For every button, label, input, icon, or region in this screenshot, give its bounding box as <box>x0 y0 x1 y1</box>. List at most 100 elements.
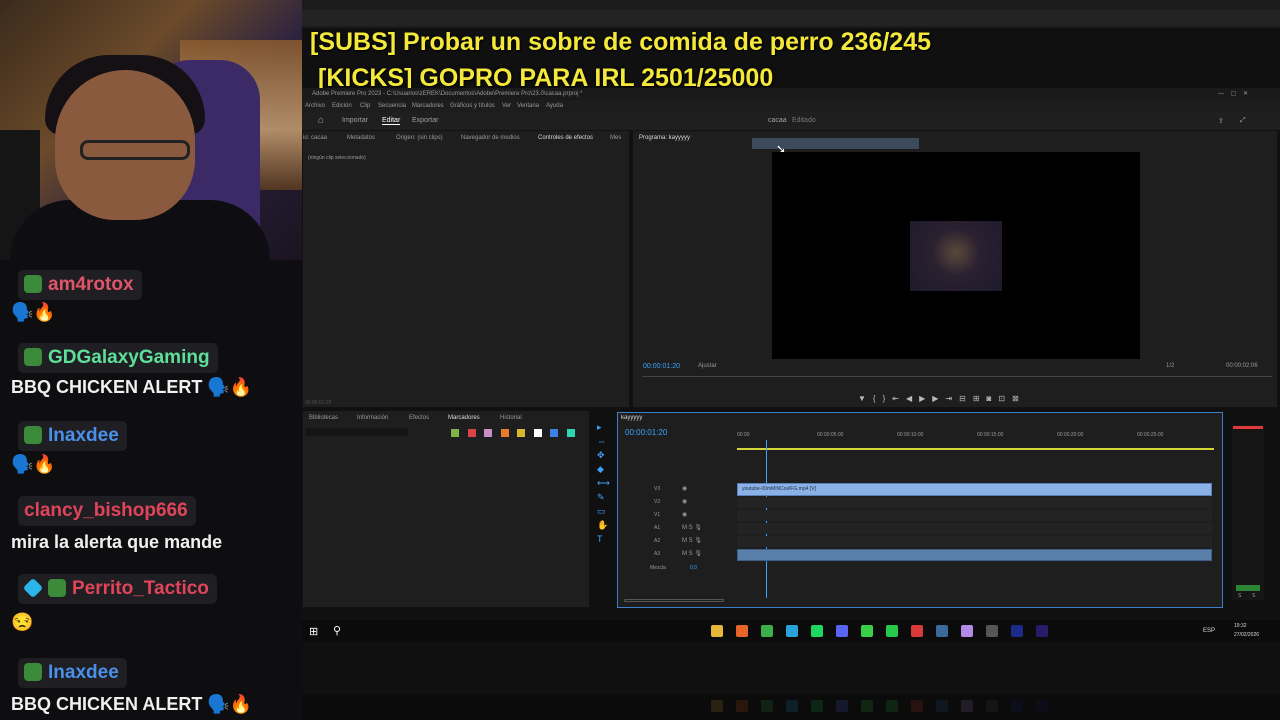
marker-swatch[interactable] <box>517 429 525 437</box>
timeline-zoom-scrollbar[interactable] <box>624 599 724 602</box>
red-app-icon[interactable] <box>911 625 923 637</box>
tools-panel[interactable]: ▸ ⇔ ✥ ◆ ⟷ ✎ ▭ ✋ T <box>597 420 610 546</box>
marker-swatch[interactable] <box>467 429 476 437</box>
menu-archivo[interactable]: Archivo <box>305 100 325 112</box>
resolution-select[interactable]: 1/2 <box>1166 363 1174 369</box>
green-app-icon[interactable] <box>886 625 898 637</box>
timeline-ruler[interactable]: 00:00 00:00:05:00 00:00:10:00 00:00:15:00 00… <box>737 432 1217 442</box>
edge-icon[interactable] <box>786 625 798 637</box>
home-icon[interactable]: ⌂ <box>318 115 324 126</box>
spotify-icon[interactable] <box>811 625 823 637</box>
globe-icon[interactable] <box>961 625 973 637</box>
folder-icon[interactable] <box>711 625 723 637</box>
ghost-taskbar <box>302 694 1280 720</box>
mic-icon[interactable]: M S 🎙 <box>682 524 702 531</box>
menu-clip[interactable]: Clip <box>360 100 370 112</box>
program-scrubber[interactable] <box>642 376 1272 377</box>
track-lane[interactable] <box>737 536 1212 547</box>
fit-select[interactable]: Ajustar <box>698 363 717 369</box>
chat-username[interactable]: am4rotox <box>18 270 142 300</box>
eye-icon[interactable]: ◉ <box>682 485 687 492</box>
menu-bar: Archivo Edición Clip Secuencia Marcadore… <box>302 100 1280 112</box>
chat-username[interactable]: GDGalaxyGaming <box>18 343 218 373</box>
eye-icon[interactable]: ◉ <box>682 511 687 518</box>
track-lane[interactable] <box>737 523 1212 534</box>
search-input[interactable] <box>306 428 408 436</box>
work-area-bar[interactable] <box>737 448 1214 450</box>
track-header[interactable]: A1 M S 🎙 <box>620 523 732 534</box>
clock-date[interactable]: 27/02/2026 <box>1234 632 1259 638</box>
search-icon[interactable]: ⚲ <box>333 624 341 637</box>
mix-value[interactable]: 0,0 <box>690 565 697 571</box>
chat-message: 🗣️🔥 <box>11 302 56 322</box>
track-header[interactable]: V1 ◉ <box>620 510 732 521</box>
track-header[interactable]: A3 M S 🎙 <box>620 549 732 560</box>
chat-username[interactable]: Perrito_Tactico <box>18 574 217 604</box>
tab-informacion[interactable]: Información <box>357 415 388 421</box>
chat-message: 😒 <box>11 612 34 632</box>
track-headers: V3 ◉ V2 ◉ V1 ◉ A1 M S 🎙 A2 M S 🎙 A3 M S 🎙 <box>620 484 732 564</box>
sequence-tab[interactable]: kayyyyy <box>621 415 642 421</box>
meter-label-left: S <box>1238 593 1242 599</box>
track-lane[interactable] <box>737 497 1212 508</box>
tab-importar[interactable]: Importar <box>342 117 368 124</box>
n-app-icon[interactable] <box>1011 625 1023 637</box>
track-header[interactable]: V2 ◉ <box>620 497 732 508</box>
discord-icon[interactable] <box>836 625 848 637</box>
mic-icon[interactable]: M S 🎙 <box>682 550 702 557</box>
marker-swatch[interactable] <box>451 429 459 437</box>
video-clip[interactable]: youtube-00mMiNCoelFG.mp4 [V] <box>737 483 1212 496</box>
tab-marcadores[interactable]: Marcadores <box>448 415 480 421</box>
tab-exportar[interactable]: Exportar <box>412 117 438 124</box>
menu-marcadores[interactable]: Marcadores <box>412 100 444 112</box>
terminal-icon[interactable] <box>986 625 998 637</box>
fullscreen-icon[interactable]: ⤢ <box>1240 117 1246 125</box>
workspace-bar: ⌂ Importar Editar Exportar cacaa Editado… <box>302 112 1280 130</box>
track-header[interactable]: V3 ◉ <box>620 484 732 495</box>
menu-ver[interactable]: Ver <box>502 100 511 112</box>
share-icon[interactable]: ⇪ <box>1218 117 1224 125</box>
marker-swatch[interactable] <box>550 429 558 437</box>
menu-edicion[interactable]: Edición <box>332 100 352 112</box>
menu-ayuda[interactable]: Ayuda <box>546 100 563 112</box>
frog-badge-icon <box>48 579 66 597</box>
meter-label-right: S <box>1252 593 1256 599</box>
track-header[interactable]: A2 M S 🎙 <box>620 536 732 547</box>
marker-swatch[interactable] <box>566 429 575 437</box>
no-clip-text: (ningún clip seleccionado) <box>308 155 366 161</box>
tab-bibliotecas[interactable]: Bibliotecas <box>309 415 338 421</box>
lang-indicator[interactable]: ESP <box>1203 628 1215 634</box>
premiere-icon[interactable] <box>1036 625 1048 637</box>
tab-controles-efectos[interactable]: Controles de efectos <box>538 135 593 141</box>
chat-username[interactable]: clancy_bishop666 <box>18 496 196 526</box>
menu-ventana[interactable]: Ventana <box>517 100 539 112</box>
chat-username[interactable]: Inaxdee <box>18 421 127 451</box>
marker-swatch[interactable] <box>484 429 492 437</box>
tab-navegador[interactable]: Navegador de medios <box>461 135 520 141</box>
eye-icon[interactable]: ◉ <box>682 498 687 505</box>
track-label: A3 <box>654 551 661 557</box>
firefox-icon[interactable] <box>736 625 748 637</box>
menu-graficos[interactable]: Gráficos y títulos <box>450 100 495 112</box>
steam-icon[interactable] <box>936 625 948 637</box>
tab-mes[interactable]: Mes <box>610 135 621 141</box>
chrome-icon[interactable] <box>761 625 773 637</box>
marker-swatch[interactable] <box>500 429 509 437</box>
chat-username[interactable]: Inaxdee <box>18 658 127 688</box>
clock-time[interactable]: 19:32 <box>1234 623 1247 629</box>
play-icon[interactable] <box>861 625 873 637</box>
tab-historial[interactable]: Historial <box>500 415 522 421</box>
tab-efectos[interactable]: Efectos <box>409 415 429 421</box>
tab-editar[interactable]: Editar <box>382 117 401 125</box>
track-lane[interactable] <box>737 510 1212 521</box>
menu-secuencia[interactable]: Secuencia <box>378 100 406 112</box>
audio-clip[interactable] <box>737 549 1212 561</box>
tab-metadatos[interactable]: Metadatos <box>347 135 375 141</box>
tab-origen[interactable]: Origen: (sin clips) <box>396 135 443 141</box>
marker-swatch[interactable] <box>533 429 542 437</box>
mic-icon[interactable]: M S 🎙 <box>682 537 702 544</box>
transport-controls[interactable]: ▼{}⇤◀▶▶⇥⊟⊞◙⊡⊠ <box>858 394 1026 403</box>
window-controls[interactable]: — ▢ ✕ <box>1218 90 1248 97</box>
windows-start-icon[interactable]: ⊞ <box>309 625 318 638</box>
tab-project[interactable]: io: cacaa <box>303 135 327 141</box>
